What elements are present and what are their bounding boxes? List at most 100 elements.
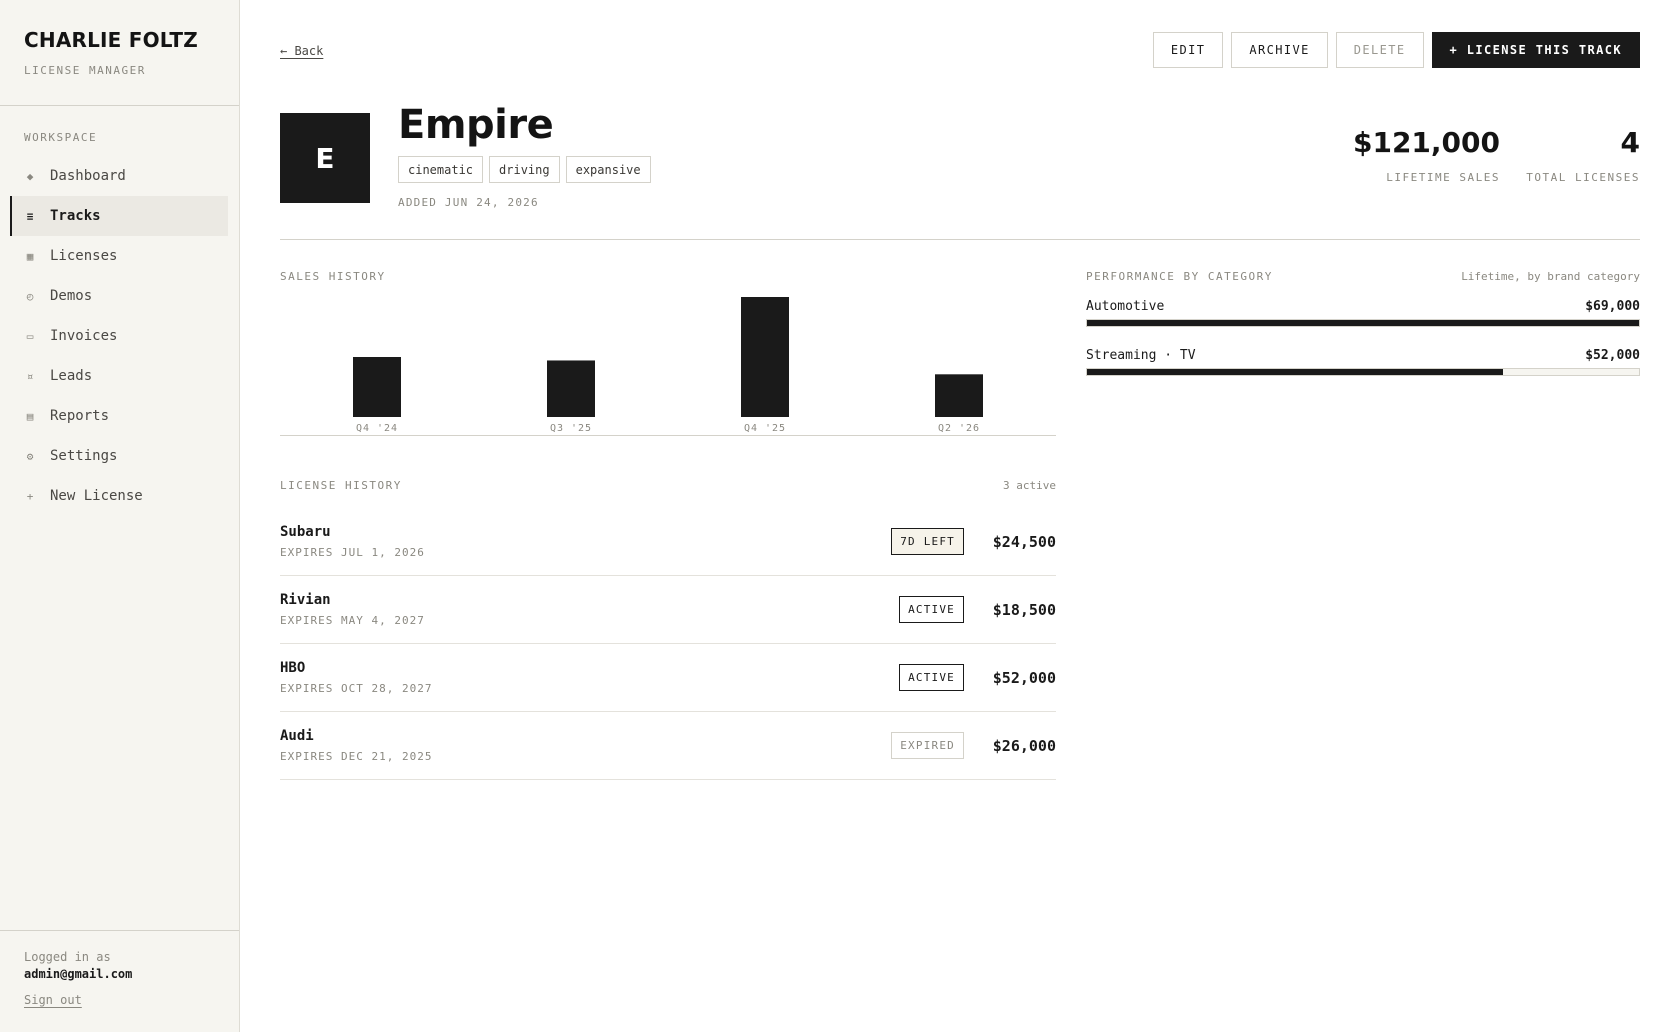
category-progress-track: [1086, 319, 1640, 327]
license-track-button[interactable]: + LICENSE THIS TRACK: [1431, 32, 1640, 68]
sidebar-item-new-license[interactable]: + New License: [10, 476, 228, 516]
sidebar-item-label: Leads: [50, 368, 93, 384]
license-meta: ACTIVE $18,500: [899, 596, 1056, 623]
sales-bar-label: Q4 '25: [744, 423, 786, 434]
sidebar-footer: Logged in as admin@gmail.com Sign out: [0, 930, 239, 1032]
sidebar-item-settings[interactable]: ⚙ Settings: [10, 436, 228, 476]
sidebar-item-demos[interactable]: ◴ Demos: [10, 276, 228, 316]
list-icon: ≡: [26, 209, 34, 223]
license-info: Audi EXPIRES DEC 21, 2025: [280, 728, 432, 763]
license-meta: 7D LEFT $24,500: [891, 528, 1056, 555]
category-name: Streaming · TV: [1086, 348, 1196, 363]
sales-chart: Q4 '24 Q3 '25 Q4 '25 Q2 '26: [280, 297, 1056, 436]
report-icon: ▤: [26, 409, 34, 423]
performance-header: PERFORMANCE BY CATEGORY Lifetime, by bra…: [1086, 270, 1640, 283]
license-row-hbo[interactable]: HBO EXPIRES OCT 28, 2027 ACTIVE $52,000: [280, 644, 1056, 712]
logged-in-label: Logged in as: [24, 950, 111, 964]
license-expiry: EXPIRES DEC 21, 2025: [280, 750, 433, 763]
license-brand: Rivian: [280, 592, 331, 608]
performance-row-streaming-tv: Streaming · TV $52,000: [1086, 348, 1640, 376]
sales-bar-label: Q3 '25: [550, 423, 592, 434]
license-row-subaru[interactable]: Subaru EXPIRES JUL 1, 2026 7D LEFT $24,5…: [280, 508, 1056, 576]
user-email: admin@gmail.com: [24, 967, 133, 981]
tag[interactable]: cinematic: [398, 156, 484, 183]
gear-icon: ⚙: [26, 449, 34, 463]
sign-out-link[interactable]: Sign out: [24, 993, 82, 1007]
sidebar-item-label: Dashboard: [50, 168, 126, 184]
license-expiry: EXPIRES JUL 1, 2026: [280, 546, 425, 559]
lifetime-sales-value: $121,000: [1352, 126, 1500, 159]
performance-label: PERFORMANCE BY CATEGORY: [1086, 270, 1273, 283]
action-toolbar: EDIT ARCHIVE DELETE + LICENSE THIS TRACK: [1152, 32, 1640, 68]
performance-line: Streaming · TV $52,000: [1086, 348, 1640, 363]
license-row-audi[interactable]: Audi EXPIRES DEC 21, 2025 EXPIRED $26,00…: [280, 712, 1056, 780]
category-progress-fill: [1087, 369, 1504, 375]
license-amount: $52,000: [992, 668, 1056, 687]
total-licenses-label: TOTAL LICENSES: [1526, 171, 1640, 184]
invoice-icon: ▭: [26, 329, 34, 343]
license-expiry: EXPIRES OCT 28, 2027: [280, 682, 433, 695]
category-progress-fill: [1087, 320, 1639, 326]
back-link[interactable]: ← Back: [280, 44, 323, 58]
sales-bar: [547, 360, 595, 417]
plus-icon: +: [26, 489, 34, 503]
category-amount: $69,000: [1585, 299, 1640, 314]
leads-icon: ¤: [26, 369, 34, 383]
added-date: ADDED JUN 24, 2026: [398, 196, 539, 209]
edit-button[interactable]: EDIT: [1152, 32, 1224, 68]
total-licenses-value: 4: [1620, 126, 1640, 159]
sidebar-item-label: Tracks: [50, 208, 101, 224]
sidebar-item-tracks[interactable]: ≡ Tracks: [10, 196, 228, 236]
sales-history: SALES HISTORY Q4 '24 Q3 '25 Q4 '25 Q2 '26: [280, 270, 1056, 436]
performance-by-category: PERFORMANCE BY CATEGORY Lifetime, by bra…: [1086, 270, 1640, 397]
sidebar-item-dashboard[interactable]: ◆ Dashboard: [10, 156, 228, 196]
track-cover: E: [280, 113, 370, 203]
license-amount: $18,500: [992, 600, 1056, 619]
sidebar-item-label: Invoices: [50, 328, 118, 344]
license-history-label: LICENSE HISTORY: [280, 479, 402, 492]
category-progress-track: [1086, 368, 1640, 376]
performance-row-automotive: Automotive $69,000: [1086, 299, 1640, 327]
performance-list: Automotive $69,000 Streaming · TV $52,00…: [1086, 299, 1640, 376]
license-row-rivian[interactable]: Rivian EXPIRES MAY 4, 2027 ACTIVE $18,50…: [280, 576, 1056, 644]
license-amount: $24,500: [992, 532, 1056, 551]
sidebar-nav: ◆ Dashboard ≡ Tracks ▦ Licenses ◴ Demos …: [10, 156, 228, 516]
performance-line: Automotive $69,000: [1086, 299, 1640, 314]
sidebar-item-label: New License: [50, 488, 143, 504]
delete-button[interactable]: DELETE: [1335, 32, 1424, 68]
performance-note: Lifetime, by brand category: [1461, 270, 1640, 283]
sales-bar-label: Q2 '26: [938, 423, 980, 434]
license-list: Subaru EXPIRES JUL 1, 2026 7D LEFT $24,5…: [280, 508, 1056, 780]
license-history-header: LICENSE HISTORY 3 active: [280, 479, 1056, 492]
nav-section-heading: WORKSPACE: [24, 131, 98, 144]
sidebar-item-leads[interactable]: ¤ Leads: [10, 356, 228, 396]
archive-button[interactable]: ARCHIVE: [1231, 32, 1328, 68]
license-expiry: EXPIRES MAY 4, 2027: [280, 614, 425, 627]
track-header: E Empire cinematic driving expansive ADD…: [280, 102, 1640, 240]
status-badge: ACTIVE: [899, 596, 964, 623]
sales-history-label: SALES HISTORY: [280, 270, 386, 283]
sales-bar-label: Q4 '24: [356, 423, 398, 434]
total-licenses-stat: 4 TOTAL LICENSES: [1526, 126, 1640, 184]
diamond-icon: ◆: [26, 169, 34, 183]
license-history: LICENSE HISTORY 3 active Subaru EXPIRES …: [280, 479, 1056, 780]
status-badge: EXPIRED: [891, 732, 964, 759]
sidebar-item-invoices[interactable]: ▭ Invoices: [10, 316, 228, 356]
license-info: Subaru EXPIRES JUL 1, 2026: [280, 524, 425, 559]
license-meta: EXPIRED $26,000: [891, 732, 1056, 759]
sidebar-item-reports[interactable]: ▤ Reports: [10, 396, 228, 436]
sidebar-item-label: Demos: [50, 288, 93, 304]
status-badge: ACTIVE: [899, 664, 964, 691]
brand-block: CHARLIE FOLTZ LICENSE MANAGER: [0, 0, 239, 106]
sidebar-item-licenses[interactable]: ▦ Licenses: [10, 236, 228, 276]
sidebar-item-label: Reports: [50, 408, 110, 424]
license-meta: ACTIVE $52,000: [899, 664, 1056, 691]
license-info: HBO EXPIRES OCT 28, 2027: [280, 660, 432, 695]
tag-list: cinematic driving expansive: [398, 156, 651, 183]
license-brand: Subaru: [280, 524, 331, 540]
category-amount: $52,000: [1585, 348, 1640, 363]
status-badge: 7D LEFT: [891, 528, 964, 555]
lifetime-sales-label: LIFETIME SALES: [1386, 171, 1500, 184]
tag[interactable]: expansive: [565, 156, 651, 183]
tag[interactable]: driving: [489, 156, 560, 183]
